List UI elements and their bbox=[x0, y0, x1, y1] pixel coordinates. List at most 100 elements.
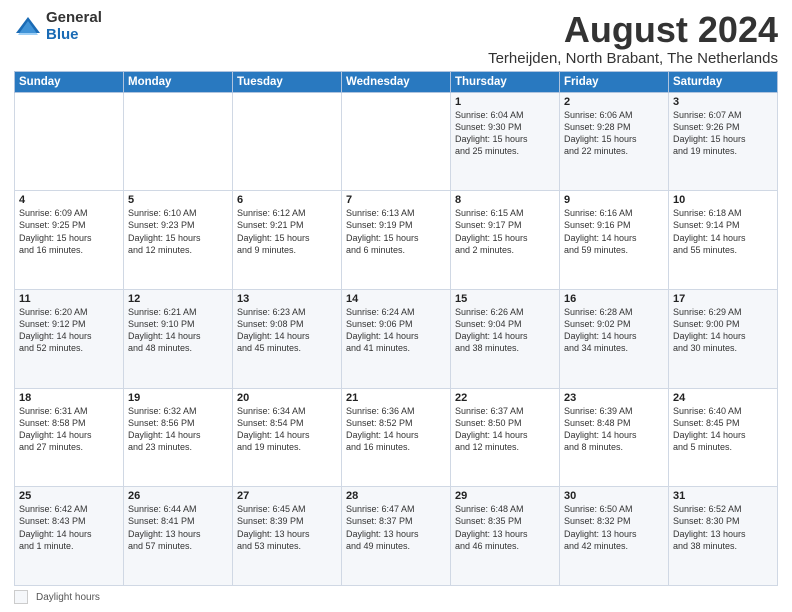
day-number: 5 bbox=[128, 194, 228, 206]
col-wednesday: Wednesday bbox=[342, 71, 451, 92]
calendar-week-row: 18Sunrise: 6:31 AM Sunset: 8:58 PM Dayli… bbox=[15, 388, 778, 487]
table-row: 4Sunrise: 6:09 AM Sunset: 9:25 PM Daylig… bbox=[15, 191, 124, 290]
table-row: 30Sunrise: 6:50 AM Sunset: 8:32 PM Dayli… bbox=[560, 487, 669, 586]
subtitle: Terheijden, North Brabant, The Netherlan… bbox=[488, 50, 778, 67]
logo: General Blue bbox=[14, 10, 102, 43]
day-number: 26 bbox=[128, 490, 228, 502]
day-info: Sunrise: 6:16 AM Sunset: 9:16 PM Dayligh… bbox=[564, 207, 664, 256]
day-number: 21 bbox=[346, 392, 446, 404]
day-number: 3 bbox=[673, 96, 773, 108]
table-row: 25Sunrise: 6:42 AM Sunset: 8:43 PM Dayli… bbox=[15, 487, 124, 586]
table-row: 23Sunrise: 6:39 AM Sunset: 8:48 PM Dayli… bbox=[560, 388, 669, 487]
day-number: 13 bbox=[237, 293, 337, 305]
day-number: 29 bbox=[455, 490, 555, 502]
day-number: 17 bbox=[673, 293, 773, 305]
table-row: 22Sunrise: 6:37 AM Sunset: 8:50 PM Dayli… bbox=[451, 388, 560, 487]
day-info: Sunrise: 6:07 AM Sunset: 9:26 PM Dayligh… bbox=[673, 109, 773, 158]
table-row: 28Sunrise: 6:47 AM Sunset: 8:37 PM Dayli… bbox=[342, 487, 451, 586]
calendar-header-row: Sunday Monday Tuesday Wednesday Thursday… bbox=[15, 71, 778, 92]
day-number: 2 bbox=[564, 96, 664, 108]
day-number: 1 bbox=[455, 96, 555, 108]
table-row: 26Sunrise: 6:44 AM Sunset: 8:41 PM Dayli… bbox=[124, 487, 233, 586]
day-number: 19 bbox=[128, 392, 228, 404]
day-number: 12 bbox=[128, 293, 228, 305]
logo-icon bbox=[14, 13, 42, 41]
day-info: Sunrise: 6:18 AM Sunset: 9:14 PM Dayligh… bbox=[673, 207, 773, 256]
day-number: 24 bbox=[673, 392, 773, 404]
table-row: 16Sunrise: 6:28 AM Sunset: 9:02 PM Dayli… bbox=[560, 289, 669, 388]
col-sunday: Sunday bbox=[15, 71, 124, 92]
day-number: 15 bbox=[455, 293, 555, 305]
day-info: Sunrise: 6:20 AM Sunset: 9:12 PM Dayligh… bbox=[19, 306, 119, 355]
daylight-box-icon bbox=[14, 590, 28, 604]
day-number: 6 bbox=[237, 194, 337, 206]
day-number: 30 bbox=[564, 490, 664, 502]
day-number: 27 bbox=[237, 490, 337, 502]
col-thursday: Thursday bbox=[451, 71, 560, 92]
table-row: 11Sunrise: 6:20 AM Sunset: 9:12 PM Dayli… bbox=[15, 289, 124, 388]
day-number: 14 bbox=[346, 293, 446, 305]
day-number: 10 bbox=[673, 194, 773, 206]
table-row: 8Sunrise: 6:15 AM Sunset: 9:17 PM Daylig… bbox=[451, 191, 560, 290]
table-row: 9Sunrise: 6:16 AM Sunset: 9:16 PM Daylig… bbox=[560, 191, 669, 290]
table-row: 27Sunrise: 6:45 AM Sunset: 8:39 PM Dayli… bbox=[233, 487, 342, 586]
table-row: 21Sunrise: 6:36 AM Sunset: 8:52 PM Dayli… bbox=[342, 388, 451, 487]
day-info: Sunrise: 6:34 AM Sunset: 8:54 PM Dayligh… bbox=[237, 405, 337, 454]
table-row: 12Sunrise: 6:21 AM Sunset: 9:10 PM Dayli… bbox=[124, 289, 233, 388]
day-info: Sunrise: 6:47 AM Sunset: 8:37 PM Dayligh… bbox=[346, 503, 446, 552]
day-info: Sunrise: 6:23 AM Sunset: 9:08 PM Dayligh… bbox=[237, 306, 337, 355]
day-info: Sunrise: 6:09 AM Sunset: 9:25 PM Dayligh… bbox=[19, 207, 119, 256]
table-row: 14Sunrise: 6:24 AM Sunset: 9:06 PM Dayli… bbox=[342, 289, 451, 388]
day-info: Sunrise: 6:36 AM Sunset: 8:52 PM Dayligh… bbox=[346, 405, 446, 454]
table-row: 5Sunrise: 6:10 AM Sunset: 9:23 PM Daylig… bbox=[124, 191, 233, 290]
month-title: August 2024 bbox=[488, 10, 778, 50]
page: General Blue August 2024 Terheijden, Nor… bbox=[0, 0, 792, 612]
table-row: 7Sunrise: 6:13 AM Sunset: 9:19 PM Daylig… bbox=[342, 191, 451, 290]
day-number: 7 bbox=[346, 194, 446, 206]
day-info: Sunrise: 6:21 AM Sunset: 9:10 PM Dayligh… bbox=[128, 306, 228, 355]
table-row bbox=[15, 92, 124, 191]
day-info: Sunrise: 6:44 AM Sunset: 8:41 PM Dayligh… bbox=[128, 503, 228, 552]
day-info: Sunrise: 6:10 AM Sunset: 9:23 PM Dayligh… bbox=[128, 207, 228, 256]
table-row: 13Sunrise: 6:23 AM Sunset: 9:08 PM Dayli… bbox=[233, 289, 342, 388]
day-number: 31 bbox=[673, 490, 773, 502]
day-number: 8 bbox=[455, 194, 555, 206]
day-info: Sunrise: 6:13 AM Sunset: 9:19 PM Dayligh… bbox=[346, 207, 446, 256]
table-row: 6Sunrise: 6:12 AM Sunset: 9:21 PM Daylig… bbox=[233, 191, 342, 290]
table-row: 17Sunrise: 6:29 AM Sunset: 9:00 PM Dayli… bbox=[669, 289, 778, 388]
calendar-week-row: 25Sunrise: 6:42 AM Sunset: 8:43 PM Dayli… bbox=[15, 487, 778, 586]
day-info: Sunrise: 6:40 AM Sunset: 8:45 PM Dayligh… bbox=[673, 405, 773, 454]
table-row bbox=[342, 92, 451, 191]
table-row bbox=[124, 92, 233, 191]
day-info: Sunrise: 6:32 AM Sunset: 8:56 PM Dayligh… bbox=[128, 405, 228, 454]
table-row: 24Sunrise: 6:40 AM Sunset: 8:45 PM Dayli… bbox=[669, 388, 778, 487]
day-number: 23 bbox=[564, 392, 664, 404]
table-row: 3Sunrise: 6:07 AM Sunset: 9:26 PM Daylig… bbox=[669, 92, 778, 191]
day-number: 25 bbox=[19, 490, 119, 502]
table-row: 20Sunrise: 6:34 AM Sunset: 8:54 PM Dayli… bbox=[233, 388, 342, 487]
day-number: 20 bbox=[237, 392, 337, 404]
header: General Blue August 2024 Terheijden, Nor… bbox=[14, 10, 778, 67]
calendar-table: Sunday Monday Tuesday Wednesday Thursday… bbox=[14, 71, 778, 586]
logo-text: General Blue bbox=[46, 10, 102, 43]
table-row: 1Sunrise: 6:04 AM Sunset: 9:30 PM Daylig… bbox=[451, 92, 560, 191]
table-row bbox=[233, 92, 342, 191]
day-number: 28 bbox=[346, 490, 446, 502]
table-row: 2Sunrise: 6:06 AM Sunset: 9:28 PM Daylig… bbox=[560, 92, 669, 191]
logo-general-text: General bbox=[46, 10, 102, 27]
day-info: Sunrise: 6:06 AM Sunset: 9:28 PM Dayligh… bbox=[564, 109, 664, 158]
day-number: 18 bbox=[19, 392, 119, 404]
table-row: 15Sunrise: 6:26 AM Sunset: 9:04 PM Dayli… bbox=[451, 289, 560, 388]
logo-blue-text: Blue bbox=[46, 27, 102, 44]
day-number: 9 bbox=[564, 194, 664, 206]
day-info: Sunrise: 6:48 AM Sunset: 8:35 PM Dayligh… bbox=[455, 503, 555, 552]
day-info: Sunrise: 6:50 AM Sunset: 8:32 PM Dayligh… bbox=[564, 503, 664, 552]
day-number: 4 bbox=[19, 194, 119, 206]
day-info: Sunrise: 6:31 AM Sunset: 8:58 PM Dayligh… bbox=[19, 405, 119, 454]
day-info: Sunrise: 6:12 AM Sunset: 9:21 PM Dayligh… bbox=[237, 207, 337, 256]
day-info: Sunrise: 6:42 AM Sunset: 8:43 PM Dayligh… bbox=[19, 503, 119, 552]
table-row: 31Sunrise: 6:52 AM Sunset: 8:30 PM Dayli… bbox=[669, 487, 778, 586]
day-info: Sunrise: 6:26 AM Sunset: 9:04 PM Dayligh… bbox=[455, 306, 555, 355]
day-info: Sunrise: 6:29 AM Sunset: 9:00 PM Dayligh… bbox=[673, 306, 773, 355]
day-info: Sunrise: 6:24 AM Sunset: 9:06 PM Dayligh… bbox=[346, 306, 446, 355]
